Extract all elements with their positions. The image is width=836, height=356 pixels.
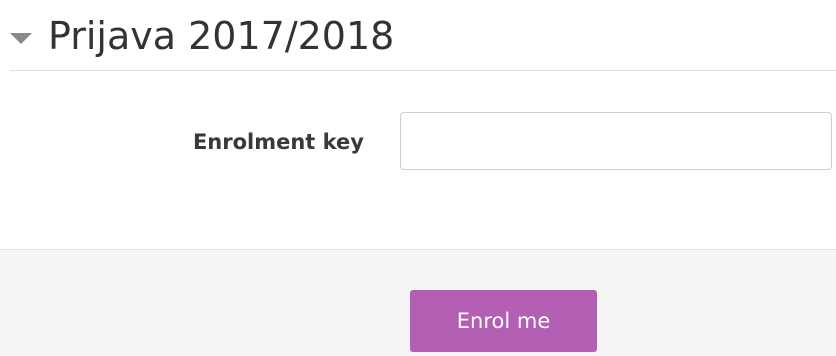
enrolment-key-label: Enrolment key xyxy=(192,130,364,154)
enrolment-key-input[interactable] xyxy=(400,112,832,170)
caret-down-icon[interactable] xyxy=(10,32,32,44)
section-header[interactable]: Prijava 2017/2018 xyxy=(10,6,394,66)
form-footer: Enrol me xyxy=(0,249,836,356)
enrol-me-button[interactable]: Enrol me xyxy=(410,290,597,352)
section-divider xyxy=(10,70,836,71)
enrolment-page: Prijava 2017/2018 Enrolment key Enrol me xyxy=(0,0,836,356)
enrolment-key-row: Enrolment key xyxy=(0,112,836,172)
section-title: Prijava 2017/2018 xyxy=(48,14,395,58)
